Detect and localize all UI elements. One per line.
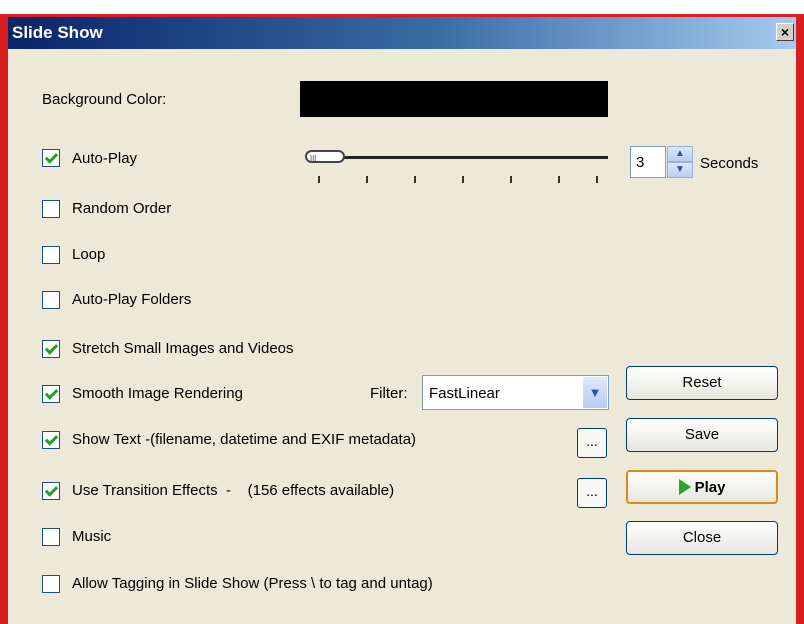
music-label: Music — [72, 528, 112, 545]
allow-tagging-checkbox[interactable] — [42, 575, 60, 593]
interval-input[interactable]: 3 — [630, 146, 666, 178]
background-color-swatch[interactable] — [300, 81, 608, 117]
auto-play-folders-checkbox[interactable] — [42, 291, 60, 309]
interval-spinner[interactable]: ▲ ▼ — [667, 146, 693, 178]
slider-tick — [510, 176, 512, 183]
filter-value: FastLinear — [429, 385, 500, 402]
show-text-label: Show Text -(filename, datetime and EXIF … — [72, 431, 417, 448]
play-button[interactable]: Play — [626, 470, 778, 504]
random-order-label: Random Order — [72, 200, 172, 217]
close-button[interactable]: Close — [626, 521, 778, 555]
seconds-label: Seconds — [700, 155, 759, 172]
play-icon — [678, 479, 691, 495]
reset-button[interactable]: Reset — [626, 366, 778, 400]
smooth-rendering-checkbox[interactable] — [42, 385, 60, 403]
transition-effects-label: Use Transition Effects - (156 effects av… — [72, 482, 395, 499]
auto-play-checkbox[interactable] — [42, 149, 60, 167]
allow-tagging-label: Allow Tagging in Slide Show (Press \ to … — [72, 575, 433, 592]
slider-tick — [596, 176, 598, 183]
slider-tick — [462, 176, 464, 183]
play-label: Play — [694, 479, 726, 496]
window-title: Slide Show — [12, 23, 103, 42]
title-bar[interactable]: Slide Show × — [8, 17, 796, 49]
random-order-checkbox[interactable] — [42, 200, 60, 218]
loop-checkbox[interactable] — [42, 246, 60, 264]
spin-up-icon[interactable]: ▲ — [667, 146, 693, 162]
auto-play-folders-label: Auto-Play Folders — [72, 291, 192, 308]
auto-play-label: Auto-Play — [72, 150, 138, 167]
slider-tick — [414, 176, 416, 183]
slider-tick — [366, 176, 368, 183]
slider-tick — [318, 176, 320, 183]
slider-grip-icon: ||| — [310, 154, 317, 163]
chevron-down-icon[interactable]: ▼ — [583, 377, 607, 408]
background-color-label: Background Color: — [42, 91, 167, 108]
music-checkbox[interactable] — [42, 528, 60, 546]
save-button[interactable]: Save — [626, 418, 778, 452]
transition-options-button[interactable]: ... — [577, 478, 607, 508]
slider-tick — [558, 176, 560, 183]
stretch-small-images-label: Stretch Small Images and Videos — [72, 340, 294, 357]
close-window-button[interactable]: × — [776, 23, 794, 41]
filter-select[interactable]: FastLinear ▼ — [422, 375, 609, 410]
transition-effects-checkbox[interactable] — [42, 482, 60, 500]
stretch-small-images-checkbox[interactable] — [42, 340, 60, 358]
smooth-rendering-label: Smooth Image Rendering — [72, 385, 243, 402]
filter-label: Filter: — [370, 385, 408, 402]
show-text-options-button[interactable]: ... — [577, 428, 607, 458]
spin-down-icon[interactable]: ▼ — [667, 162, 693, 178]
loop-label: Loop — [72, 246, 106, 263]
interval-slider-track[interactable] — [312, 156, 608, 159]
show-text-checkbox[interactable] — [42, 431, 60, 449]
